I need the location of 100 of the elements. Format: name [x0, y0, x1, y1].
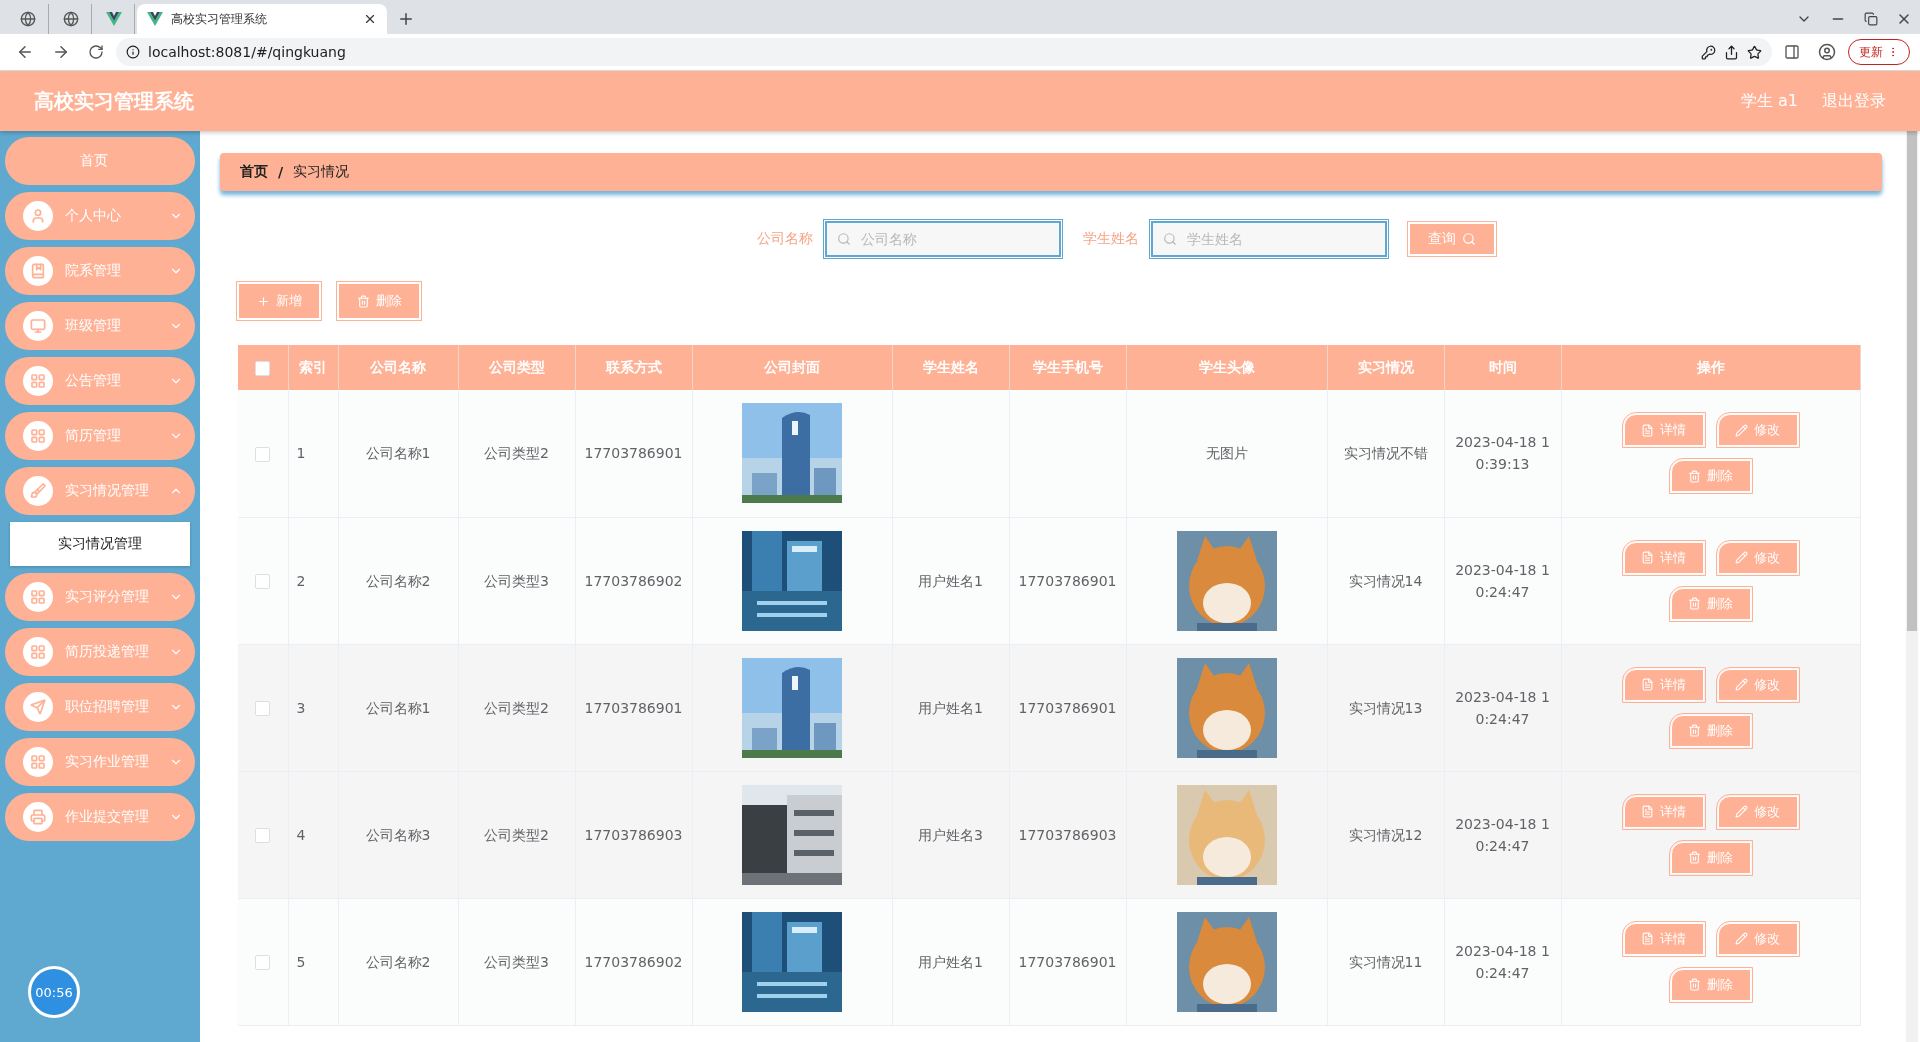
sidebar-item[interactable]: 首页 [5, 137, 195, 185]
back-icon[interactable] [16, 43, 34, 61]
trash-icon [1688, 851, 1701, 864]
details-button[interactable]: 详情 [1623, 922, 1704, 955]
sidebar-item[interactable]: 作业提交管理 [5, 793, 195, 841]
query-button[interactable]: 查询 [1409, 223, 1495, 255]
column-header: 公司名称 [338, 345, 458, 390]
table-cell: 公司类型3 [458, 517, 575, 644]
trash-icon [1688, 469, 1701, 483]
field-label: 公司名称 [757, 230, 813, 248]
document-icon [1641, 678, 1654, 691]
delete-button[interactable]: 删除 [1670, 841, 1751, 874]
delete-button[interactable]: 删除 [1670, 968, 1751, 1001]
logout-link[interactable]: 退出登录 [1822, 90, 1886, 112]
submenu-item[interactable]: 实习情况管理 [10, 522, 190, 566]
table-cell: 公司类型2 [458, 771, 575, 898]
details-button[interactable]: 详情 [1623, 541, 1704, 574]
new-tab-icon[interactable] [397, 10, 415, 28]
breadcrumb-link[interactable]: 首页 [240, 163, 268, 181]
delete-button[interactable]: 删除 [338, 283, 420, 319]
table-cell: 实习情况11 [1327, 898, 1444, 1025]
sidebar-item[interactable]: 实习评分管理 [5, 573, 195, 621]
table-cell: 公司名称1 [338, 390, 458, 517]
details-button[interactable]: 详情 [1623, 414, 1704, 447]
info-icon [126, 45, 140, 59]
v-logo-icon [147, 12, 163, 26]
grid-icon [23, 582, 53, 612]
brush-icon [23, 476, 53, 506]
row-checkbox[interactable] [255, 955, 271, 970]
table-cell: 公司名称2 [338, 517, 458, 644]
table-cell: 实习情况不错 [1327, 390, 1444, 517]
trash-icon [1688, 724, 1701, 737]
table-cell: 17703786903 [1009, 771, 1126, 898]
sidebar-item[interactable]: 公告管理 [5, 357, 195, 405]
sidebar-item[interactable]: 职位招聘管理 [5, 683, 195, 731]
search-field[interactable]: 学生姓名 [1151, 221, 1387, 257]
table-cell: 用户姓名1 [892, 517, 1009, 644]
user-name[interactable]: 学生 a1 [1740, 90, 1798, 112]
table-cell: 公司类型2 [458, 390, 575, 517]
browser-tab[interactable]: 高校实习管理系统 [137, 4, 387, 34]
row-checkbox[interactable] [255, 701, 271, 716]
edit-button[interactable]: 修改 [1717, 414, 1798, 447]
address-bar[interactable]: localhost:8081/#/qingkuang [116, 38, 1772, 66]
table-cell: 2023-04-18 10:24:47 [1444, 898, 1561, 1025]
sidebar-item[interactable]: 简历投递管理 [5, 628, 195, 676]
table-cell: 17703786901 [1009, 517, 1126, 644]
table-cell: 公司名称2 [338, 898, 458, 1025]
restore-icon[interactable] [1864, 12, 1878, 26]
profile-icon[interactable] [1818, 43, 1836, 61]
edit-button[interactable]: 修改 [1717, 541, 1798, 574]
delete-button[interactable]: 删除 [1670, 714, 1751, 747]
book-icon [23, 256, 53, 286]
sidebar-item[interactable]: 实习情况管理 [5, 467, 195, 515]
row-checkbox[interactable] [255, 828, 271, 843]
grid-icon [23, 421, 53, 451]
row-checkbox[interactable] [255, 446, 271, 462]
star-icon[interactable] [1747, 44, 1762, 60]
table-cell: 2023-04-18 10:24:47 [1444, 644, 1561, 771]
column-header: 公司类型 [458, 345, 575, 390]
scrollbar[interactable] [1906, 131, 1918, 1042]
document-icon [1641, 551, 1654, 564]
search-field[interactable]: 公司名称 [825, 221, 1061, 257]
column-header: 联系方式 [575, 345, 692, 390]
v-logo-icon [106, 12, 122, 26]
side-panel-icon[interactable] [1784, 44, 1800, 60]
table-cell: 实习情况13 [1327, 644, 1444, 771]
details-button[interactable]: 详情 [1623, 795, 1704, 828]
add-button[interactable]: 新增 [238, 283, 320, 319]
grid-icon [23, 366, 53, 396]
column-header: 索引 [288, 345, 338, 390]
edit-button[interactable]: 修改 [1717, 668, 1798, 701]
column-header: 学生头像 [1126, 345, 1327, 390]
delete-button[interactable]: 删除 [1670, 460, 1751, 493]
close-icon[interactable] [363, 12, 377, 26]
delete-button[interactable]: 删除 [1670, 587, 1751, 620]
sidebar-item[interactable]: 班级管理 [5, 302, 195, 350]
select-all-checkbox[interactable] [255, 360, 271, 376]
edit-button[interactable]: 修改 [1717, 922, 1798, 955]
share-icon[interactable] [1724, 44, 1739, 60]
sidebar-item[interactable]: 个人中心 [5, 192, 195, 240]
document-icon [1641, 932, 1654, 945]
column-header: 公司封面 [692, 345, 892, 390]
printer-icon [23, 802, 53, 832]
details-button[interactable]: 详情 [1623, 668, 1704, 701]
edit-button[interactable]: 修改 [1717, 795, 1798, 828]
table-cell: 2 [288, 517, 338, 644]
table-cell: 公司类型2 [458, 644, 575, 771]
sidebar-item[interactable]: 实习作业管理 [5, 738, 195, 786]
row-checkbox[interactable] [255, 574, 271, 589]
sidebar-item[interactable]: 院系管理 [5, 247, 195, 295]
forward-icon[interactable] [52, 43, 70, 61]
table-cell: 公司名称1 [338, 644, 458, 771]
breadcrumb-current: 实习情况 [293, 163, 350, 181]
pencil-icon [1735, 932, 1748, 945]
key-icon[interactable] [1701, 44, 1716, 60]
table-cell: 2023-04-18 10:39:13 [1444, 390, 1561, 517]
plus-icon [256, 294, 270, 308]
reload-icon[interactable] [88, 44, 104, 60]
sidebar-item[interactable]: 简历管理 [5, 412, 195, 460]
update-button[interactable]: 更新 [1848, 39, 1910, 65]
